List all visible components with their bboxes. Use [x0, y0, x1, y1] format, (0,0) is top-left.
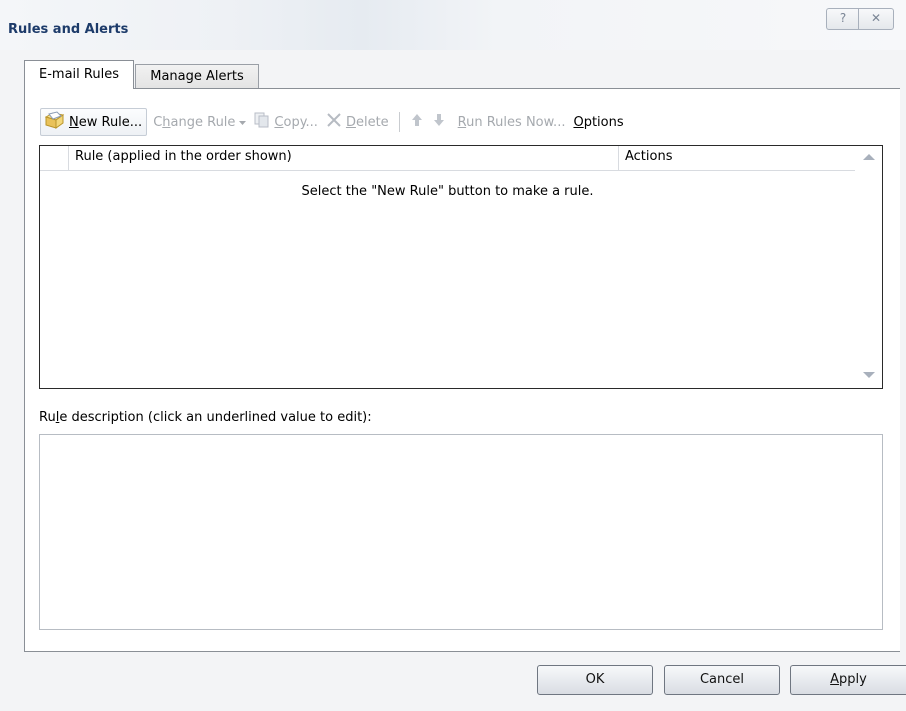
- apply-label: Apply: [830, 672, 867, 687]
- tab-email-rules[interactable]: E-mail Rules: [24, 60, 134, 89]
- rule-description-label: Rule description (click an underlined va…: [39, 410, 372, 425]
- empty-list-message: Select the "New Rule" button to make a r…: [301, 184, 594, 199]
- delete-button[interactable]: Delete: [322, 108, 393, 136]
- cancel-button[interactable]: Cancel: [664, 665, 780, 695]
- close-button[interactable]: ✕: [858, 8, 894, 30]
- actions-column-header[interactable]: Actions: [625, 149, 673, 164]
- help-button[interactable]: ?: [826, 8, 859, 30]
- new-rule-button[interactable]: New Rule...: [40, 108, 148, 136]
- chevron-down-icon: [239, 115, 247, 130]
- arrow-up-icon: [411, 114, 422, 130]
- copy-label: Copy...: [274, 114, 318, 130]
- help-icon: ?: [839, 11, 847, 25]
- run-rules-now-label: Run Rules Now...: [457, 114, 566, 130]
- rules-list-header: Rule (applied in the order shown) Action…: [40, 146, 855, 171]
- apply-button[interactable]: Apply: [790, 665, 906, 695]
- new-rule-label: New Rule...: [69, 114, 143, 130]
- delete-label: Delete: [345, 114, 389, 130]
- new-rule-icon: [44, 111, 65, 133]
- tab-manage-alerts-label: Manage Alerts: [150, 69, 244, 84]
- arrow-down-icon: [433, 114, 444, 130]
- rule-description-box[interactable]: [39, 434, 883, 630]
- change-rule-label: Change Rule: [153, 114, 236, 130]
- change-rule-button[interactable]: Change Rule: [149, 108, 250, 136]
- scroll-up-icon[interactable]: [863, 154, 875, 160]
- scroll-down-icon[interactable]: [863, 372, 875, 378]
- column-divider: [618, 146, 619, 170]
- rule-column-header[interactable]: Rule (applied in the order shown): [75, 149, 292, 164]
- move-down-button[interactable]: [428, 114, 450, 130]
- checkbox-column-header: [40, 146, 69, 170]
- tab-email-rules-label: E-mail Rules: [39, 67, 119, 82]
- title-bar: Rules and Alerts ? ✕: [0, 0, 906, 50]
- rules-list-scrollbar[interactable]: [856, 146, 882, 388]
- delete-icon: [326, 112, 342, 132]
- close-icon: ✕: [870, 11, 882, 25]
- run-rules-now-button[interactable]: Run Rules Now...: [454, 108, 570, 136]
- options-button[interactable]: Options: [569, 108, 627, 136]
- tab-manage-alerts[interactable]: Manage Alerts: [135, 64, 259, 89]
- cancel-label: Cancel: [699, 672, 745, 687]
- window-title: Rules and Alerts: [8, 22, 129, 37]
- move-up-button[interactable]: [406, 114, 428, 130]
- toolbar-separator: [398, 112, 400, 132]
- options-label: Options: [573, 114, 624, 130]
- copy-button[interactable]: Copy...: [250, 108, 322, 136]
- rules-list[interactable]: Rule (applied in the order shown) Action…: [39, 145, 883, 389]
- rules-toolbar: New Rule... Change Rule Copy... Delete R…: [40, 107, 628, 137]
- ok-label: OK: [585, 672, 605, 687]
- copy-icon: [254, 112, 270, 132]
- ok-button[interactable]: OK: [537, 665, 653, 695]
